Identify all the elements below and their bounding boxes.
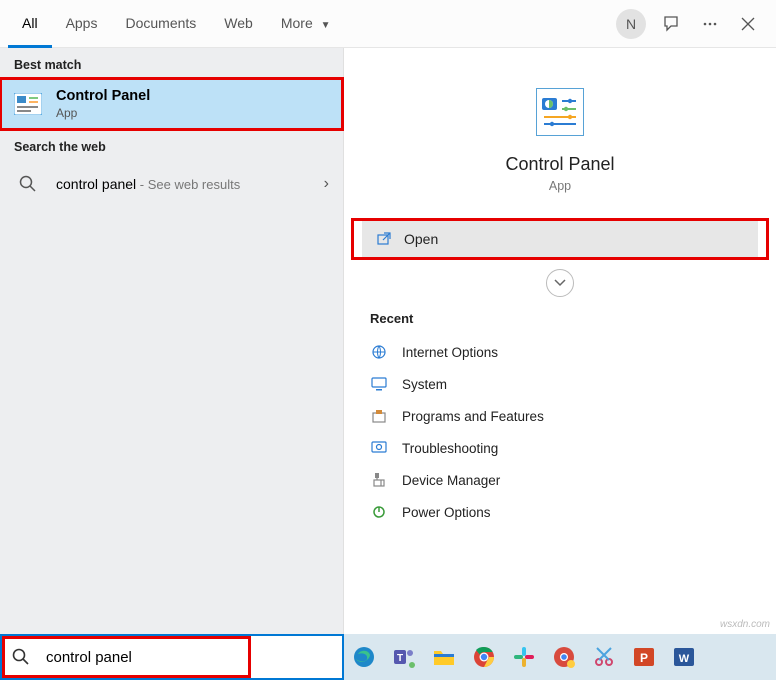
result-subtitle: App (56, 106, 329, 120)
search-icon (2, 636, 40, 678)
action-open[interactable]: Open (362, 219, 758, 259)
recent-heading: Recent (344, 311, 776, 336)
tab-more-label: More (281, 15, 313, 31)
detail-app-icon (536, 88, 584, 136)
tab-more[interactable]: More ▼ (267, 0, 345, 48)
recent-system[interactable]: System (344, 368, 776, 400)
taskbar-snip-icon[interactable] (590, 643, 618, 671)
recent-label: Device Manager (402, 473, 500, 488)
detail-subtitle: App (344, 179, 776, 193)
recent-label: Power Options (402, 505, 491, 520)
search-box[interactable] (0, 634, 344, 680)
more-options-icon[interactable] (698, 12, 722, 36)
action-open-label: Open (404, 231, 438, 247)
web-result-query: control panel (56, 176, 136, 192)
results-pane: Best match Control Panel App Search the … (0, 48, 344, 634)
bottom-bar: T P W (0, 634, 776, 680)
taskbar-slack-icon[interactable] (510, 643, 538, 671)
tab-documents[interactable]: Documents (111, 0, 210, 48)
result-control-panel[interactable]: Control Panel App (0, 78, 343, 130)
taskbar-teams-icon[interactable]: T (390, 643, 418, 671)
filter-tabbar: All Apps Documents Web More ▼ N (0, 0, 776, 48)
tabbar-right-controls: N (616, 9, 768, 39)
power-options-icon (370, 503, 388, 521)
watermark: wsxdn.com (720, 619, 770, 630)
chevron-down-icon: ▼ (321, 20, 331, 31)
troubleshooting-icon (370, 439, 388, 457)
tab-apps[interactable]: Apps (52, 0, 112, 48)
result-title: Control Panel (56, 88, 329, 104)
detail-title: Control Panel (344, 154, 776, 175)
recent-label: Internet Options (402, 345, 498, 360)
svg-text:T: T (397, 653, 403, 664)
taskbar-chrome-icon[interactable] (470, 643, 498, 671)
best-match-heading: Best match (0, 48, 343, 78)
search-web-heading: Search the web (0, 130, 343, 160)
result-web-search[interactable]: control panel - See web results › (0, 160, 343, 208)
recent-programs-features[interactable]: Programs and Features (344, 400, 776, 432)
detail-pane: Control Panel App Open Recent Internet O… (344, 48, 776, 634)
recent-internet-options[interactable]: Internet Options (344, 336, 776, 368)
web-result-hint: - See web results (136, 177, 240, 192)
search-input[interactable] (40, 636, 251, 678)
programs-icon (370, 407, 388, 425)
svg-text:P: P (640, 651, 648, 665)
internet-options-icon (370, 343, 388, 361)
feedback-icon[interactable] (660, 12, 684, 36)
system-icon (370, 375, 388, 393)
expand-actions-button[interactable] (546, 269, 574, 297)
taskbar-word-icon[interactable]: W (670, 643, 698, 671)
taskbar: T P W (344, 634, 776, 680)
tab-all[interactable]: All (8, 0, 52, 48)
taskbar-edge-icon[interactable] (350, 643, 378, 671)
recent-label: Programs and Features (402, 409, 544, 424)
chevron-right-icon: › (324, 175, 329, 193)
taskbar-powerpoint-icon[interactable]: P (630, 643, 658, 671)
search-icon (14, 170, 42, 198)
user-avatar[interactable]: N (616, 9, 646, 39)
recent-troubleshooting[interactable]: Troubleshooting (344, 432, 776, 464)
open-icon (376, 231, 392, 247)
tab-web[interactable]: Web (210, 0, 267, 48)
recent-device-manager[interactable]: Device Manager (344, 464, 776, 496)
device-manager-icon (370, 471, 388, 489)
close-button[interactable] (736, 12, 760, 36)
taskbar-chrome-canary-icon[interactable] (550, 643, 578, 671)
taskbar-explorer-icon[interactable] (430, 643, 458, 671)
recent-label: System (402, 377, 447, 392)
svg-text:W: W (679, 653, 690, 665)
recent-power-options[interactable]: Power Options (344, 496, 776, 528)
control-panel-icon (14, 90, 42, 118)
recent-label: Troubleshooting (402, 441, 498, 456)
